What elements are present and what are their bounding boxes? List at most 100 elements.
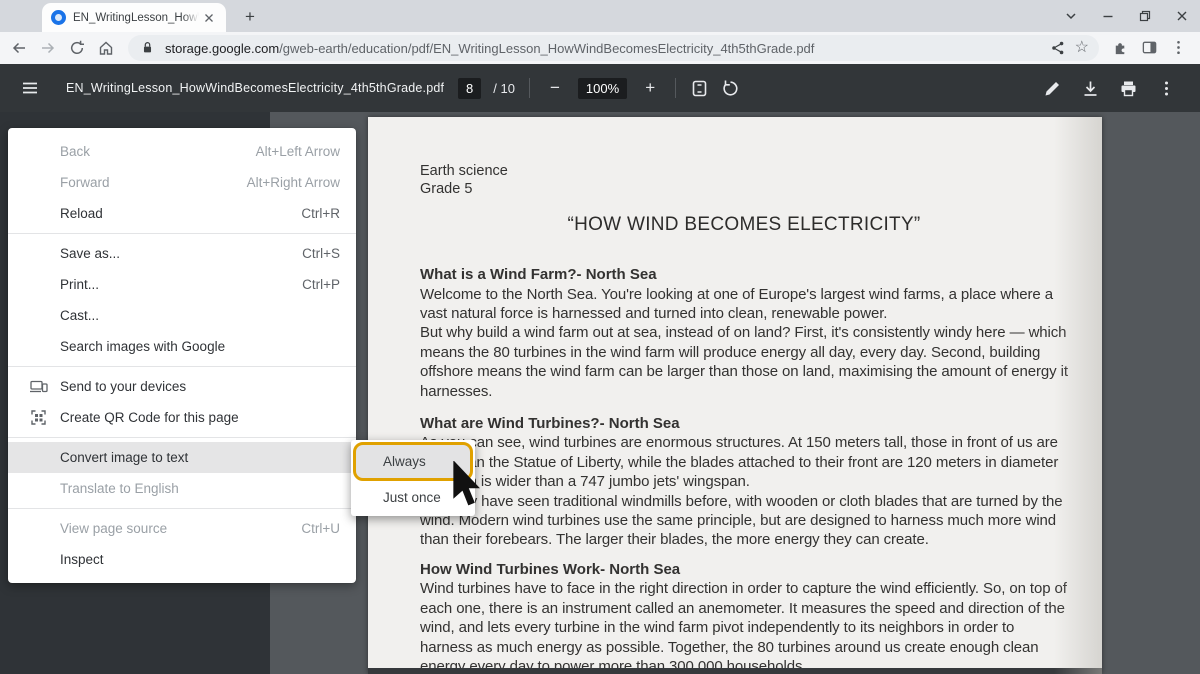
tab-title: EN_WritingLesson_HowWindBec (73, 12, 199, 24)
doc-section: How Wind Turbines Work- North Sea Wind t… (420, 560, 1068, 674)
omnibox[interactable]: storage.google.com/gweb-earth/education/… (128, 35, 1099, 61)
menu-item-shortcut: Ctrl+U (301, 521, 340, 536)
qr-code-icon (29, 408, 48, 427)
menu-item-label: Cast... (60, 308, 99, 323)
menu-separator (8, 508, 356, 509)
forward-icon[interactable] (39, 39, 57, 57)
menu-item-label: Translate to English (60, 481, 179, 496)
menu-item-label: Convert image to text (60, 450, 188, 465)
menu-item-send-to-devices[interactable]: Send to your devices (8, 371, 356, 402)
document-content: Earth science Grade 5 “HOW WIND BECOMES … (420, 162, 1068, 674)
menu-item-label: Create QR Code for this page (60, 410, 239, 425)
doc-grade-label: Grade 5 (420, 180, 1068, 198)
menu-item-label: Print... (60, 277, 99, 292)
doc-paragraph: As you can see, wind turbines are enormo… (420, 433, 1068, 491)
pdf-document-title: EN_WritingLesson_HowWindBecomesElectrici… (66, 81, 444, 95)
download-icon[interactable] (1081, 79, 1100, 98)
devices-icon (29, 377, 48, 396)
menu-item-convert-image-to-text[interactable]: Convert image to text (8, 442, 356, 473)
pdf-more-options-kebab-icon[interactable] (1157, 79, 1176, 98)
zoom-out-button[interactable]: − (544, 77, 566, 99)
menu-item-label: Back (60, 144, 90, 159)
page-total-label: / 10 (493, 81, 515, 96)
toolbar-divider (675, 78, 676, 98)
menu-item-forward[interactable]: Forward Alt+Right Arrow (8, 167, 356, 198)
browser-tab[interactable]: EN_WritingLesson_HowWindBec (42, 3, 226, 32)
menu-item-label: Search images with Google (60, 339, 225, 354)
back-icon[interactable] (10, 39, 28, 57)
lock-icon[interactable] (140, 40, 157, 57)
bookmark-star-icon[interactable]: ☆ (1075, 40, 1089, 56)
home-icon[interactable] (97, 39, 115, 57)
window-controls (1063, 0, 1190, 32)
pdf-toolbar: EN_WritingLesson_HowWindBecomesElectrici… (0, 64, 1200, 112)
menu-item-shortcut: Alt+Left Arrow (256, 144, 340, 159)
doc-paragraph: Wind turbines have to face in the right … (420, 579, 1068, 674)
menu-item-cast[interactable]: Cast... (8, 300, 356, 331)
url-path: /gweb-earth/education/pdf/EN_WritingLess… (279, 41, 814, 56)
address-bar: storage.google.com/gweb-earth/education/… (0, 32, 1200, 64)
print-icon[interactable] (1119, 79, 1138, 98)
menu-item-label: Reload (60, 206, 103, 221)
menu-item-view-page-source[interactable]: View page source Ctrl+U (8, 513, 356, 544)
doc-section: What are Wind Turbines?- North Sea As yo… (420, 414, 1068, 550)
menu-item-reload[interactable]: Reload Ctrl+R (8, 198, 356, 229)
close-window-icon[interactable] (1174, 8, 1190, 24)
menu-separator (8, 437, 356, 438)
share-icon[interactable] (1050, 40, 1067, 57)
pdf-menu-hamburger-icon[interactable] (20, 78, 40, 98)
menu-item-create-qr-code[interactable]: Create QR Code for this page (8, 402, 356, 433)
menu-item-shortcut: Alt+Right Arrow (247, 175, 340, 190)
doc-paragraph: You may have seen traditional windmills … (420, 492, 1068, 550)
pdf-page[interactable]: Earth science Grade 5 “HOW WIND BECOMES … (368, 117, 1102, 674)
menu-item-back[interactable]: Back Alt+Left Arrow (8, 136, 356, 167)
menu-item-inspect[interactable]: Inspect (8, 544, 356, 575)
page-number-input[interactable]: 8 (458, 78, 481, 99)
menu-item-label: Save as... (60, 246, 120, 261)
menu-item-search-images[interactable]: Search images with Google (8, 331, 356, 362)
minimize-icon[interactable] (1100, 8, 1116, 24)
doc-section-heading: How Wind Turbines Work- North Sea (420, 560, 1068, 580)
doc-course-label: Earth science (420, 162, 1068, 180)
doc-section-heading: What are Wind Turbines?- North Sea (420, 414, 1068, 434)
menu-item-label: Send to your devices (60, 379, 186, 394)
pdf-page-controls: 8 / 10 − 100% + (458, 64, 740, 112)
pdf-action-buttons (1043, 79, 1180, 98)
menu-item-translate-to-english[interactable]: Translate to English (8, 473, 356, 504)
menu-separator (8, 233, 356, 234)
zoom-level-value[interactable]: 100% (578, 78, 627, 99)
submenu-item-label: Always (383, 454, 426, 469)
menu-item-label: View page source (60, 521, 167, 536)
menu-item-save-as[interactable]: Save as... Ctrl+S (8, 238, 356, 269)
pdf-favicon-icon (51, 10, 66, 25)
menu-item-print[interactable]: Print... Ctrl+P (8, 269, 356, 300)
rotate-icon[interactable] (721, 79, 740, 98)
url-domain: storage.google.com (165, 41, 279, 56)
url-text: storage.google.com/gweb-earth/education/… (165, 41, 1042, 56)
annotate-pencil-icon[interactable] (1043, 79, 1062, 98)
menu-item-label: Forward (60, 175, 110, 190)
doc-section: What is a Wind Farm?- North Sea Welcome … (420, 265, 1068, 401)
extensions-puzzle-icon[interactable] (1112, 39, 1130, 57)
menu-item-shortcut: Ctrl+P (302, 277, 340, 292)
tab-close-icon[interactable] (202, 11, 216, 25)
doc-paragraph: But why build a wind farm out at sea, in… (420, 323, 1068, 401)
side-panel-icon[interactable] (1141, 39, 1159, 57)
fit-to-page-icon[interactable] (690, 79, 709, 98)
restore-window-icon[interactable] (1137, 8, 1153, 24)
doc-title: “HOW WIND BECOMES ELECTRICITY” (420, 214, 1068, 236)
doc-paragraph: Welcome to the North Sea. You're looking… (420, 285, 1068, 324)
context-menu: Back Alt+Left Arrow Forward Alt+Right Ar… (8, 128, 356, 583)
menu-item-shortcut: Ctrl+S (302, 246, 340, 261)
browser-menu-kebab-icon[interactable] (1170, 39, 1188, 57)
tab-strip: EN_WritingLesson_HowWindBec + (0, 0, 1200, 32)
toolbar-divider (529, 78, 530, 98)
zoom-in-button[interactable]: + (639, 77, 661, 99)
menu-item-shortcut: Ctrl+R (301, 206, 340, 221)
tab-search-chevron-icon[interactable] (1063, 8, 1079, 24)
menu-separator (8, 366, 356, 367)
reload-icon[interactable] (68, 39, 86, 57)
new-tab-button[interactable]: + (240, 7, 260, 27)
menu-item-label: Inspect (60, 552, 104, 567)
mouse-cursor-icon (452, 461, 486, 512)
